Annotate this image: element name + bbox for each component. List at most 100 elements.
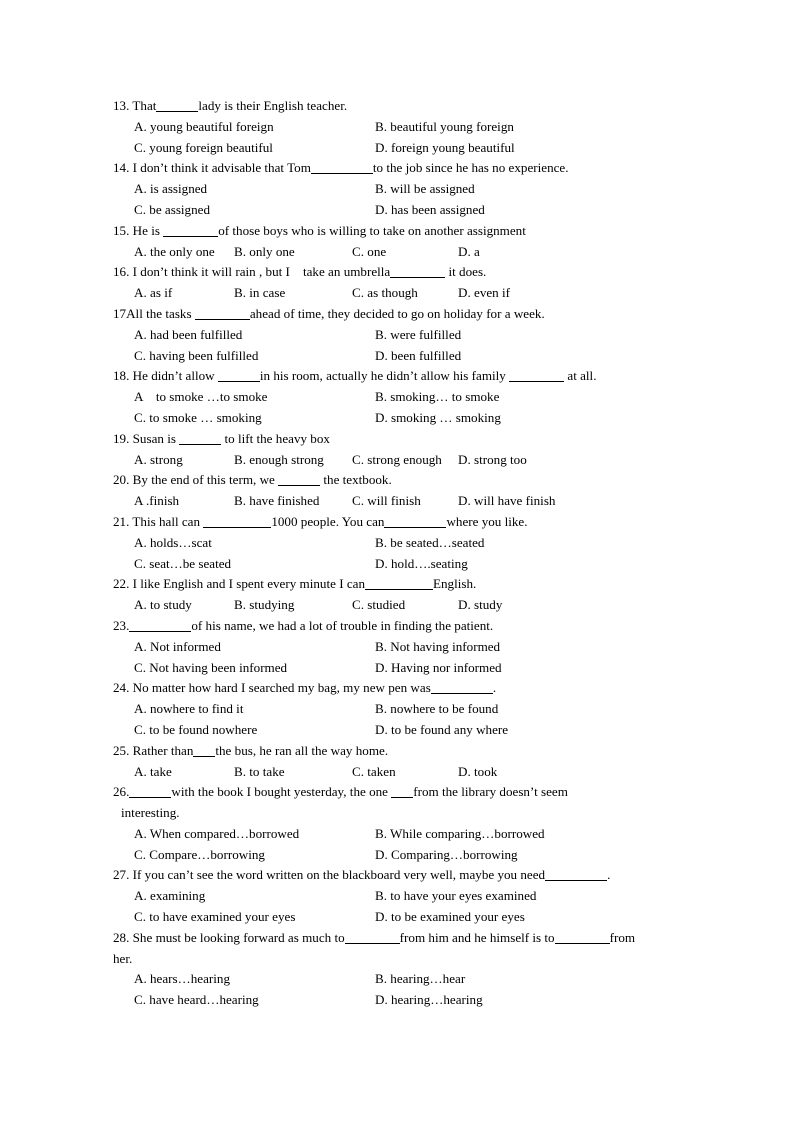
option-b[interactable]: B. be seated…seated — [375, 533, 484, 554]
answer-blank[interactable] — [310, 173, 373, 175]
answer-blank[interactable] — [391, 797, 414, 799]
option-label: D. — [375, 659, 388, 675]
option-row: A. Not informed B. Not having informed — [113, 637, 681, 658]
option-a[interactable]: A to smoke …to smoke — [134, 387, 267, 408]
option-label: B. — [375, 326, 388, 342]
option-a[interactable]: A. nowhere to find it — [134, 699, 243, 720]
answer-blank[interactable] — [203, 526, 272, 528]
option-c[interactable]: C. Not having been informed — [134, 658, 287, 679]
answer-blank[interactable] — [163, 235, 219, 237]
answer-blank[interactable] — [179, 443, 222, 445]
option-b[interactable]: B. smoking… to smoke — [375, 387, 499, 408]
option-b[interactable]: B. in case — [234, 283, 285, 304]
option-a[interactable]: A. the only one — [134, 242, 215, 263]
option-b[interactable]: B. While comparing…borrowed — [375, 824, 545, 845]
answer-blank[interactable] — [430, 693, 493, 695]
option-c[interactable]: C. having been fulfilled — [134, 346, 258, 367]
option-d[interactable]: D. took — [458, 762, 497, 783]
option-c[interactable]: C. to be found nowhere — [134, 720, 257, 741]
option-b[interactable]: B. will be assigned — [375, 179, 475, 200]
option-d[interactable]: D. will have finish — [458, 491, 555, 512]
option-d[interactable]: D. smoking … smoking — [375, 408, 501, 429]
answer-blank[interactable] — [193, 755, 216, 757]
answer-blank[interactable] — [278, 485, 321, 487]
answer-blank[interactable] — [129, 797, 172, 799]
option-d[interactable]: D. a — [458, 242, 480, 263]
option-d[interactable]: D. has been assigned — [375, 200, 485, 221]
option-b[interactable]: B. to take — [234, 762, 285, 783]
option-b[interactable]: B. studying — [234, 595, 294, 616]
option-d[interactable]: D. study — [458, 595, 502, 616]
option-a[interactable]: A .finish — [134, 491, 179, 512]
option-text: only one — [246, 243, 295, 259]
option-a[interactable]: A. young beautiful foreign — [134, 117, 274, 138]
option-b[interactable]: B. enough strong — [234, 450, 324, 471]
option-text: took — [470, 763, 498, 779]
option-d[interactable]: D. foreign young beautiful — [375, 138, 515, 159]
answer-blank[interactable] — [390, 277, 446, 279]
option-b[interactable]: B. nowhere to be found — [375, 699, 498, 720]
option-c[interactable]: C. as though — [352, 283, 418, 304]
option-d[interactable]: D. hearing…hearing — [375, 990, 483, 1011]
option-d[interactable]: D. been fulfilled — [375, 346, 461, 367]
option-a[interactable]: A. hears…hearing — [134, 969, 230, 990]
option-text: in case — [246, 285, 286, 301]
option-c[interactable]: C. to smoke … smoking — [134, 408, 262, 429]
answer-blank[interactable] — [365, 589, 433, 591]
option-c[interactable]: C. one — [352, 242, 386, 263]
question-stem: 22. I like English and I spent every min… — [113, 576, 477, 592]
option-b[interactable]: B. Not having informed — [375, 637, 500, 658]
option-text: seat…be seated — [146, 555, 232, 571]
option-label: D. — [458, 285, 471, 301]
option-d[interactable]: D. strong too — [458, 450, 527, 471]
option-c[interactable]: C. will finish — [352, 491, 421, 512]
option-c[interactable]: C. seat…be seated — [134, 554, 231, 575]
question-number: 26. — [113, 784, 130, 800]
option-text: studied — [364, 597, 406, 613]
answer-blank[interactable] — [344, 942, 400, 944]
answer-blank[interactable] — [194, 318, 250, 320]
option-a[interactable]: A. is assigned — [134, 179, 207, 200]
answer-blank[interactable] — [129, 630, 192, 632]
option-a[interactable]: A. take — [134, 762, 172, 783]
answer-blank[interactable] — [509, 381, 565, 383]
option-b[interactable]: B. have finished — [234, 491, 319, 512]
option-c[interactable]: C. have heard…hearing — [134, 990, 259, 1011]
option-b[interactable]: B. to have your eyes examined — [375, 886, 536, 907]
option-a[interactable]: A. to study — [134, 595, 192, 616]
option-d[interactable]: D. Having nor informed — [375, 658, 502, 679]
question-stem: 23. of his name, we had a lot of trouble … — [113, 617, 494, 633]
option-c[interactable]: C. young foreign beautiful — [134, 138, 273, 159]
option-b[interactable]: B. hearing…hear — [375, 969, 465, 990]
answer-blank[interactable] — [554, 942, 610, 944]
option-d[interactable]: D. even if — [458, 283, 510, 304]
option-d[interactable]: D. Comparing…borrowing — [375, 845, 518, 866]
option-a[interactable]: A. strong — [134, 450, 183, 471]
option-b[interactable]: B. only one — [234, 242, 295, 263]
option-a[interactable]: A. examining — [134, 886, 205, 907]
answer-blank[interactable] — [384, 526, 447, 528]
option-c[interactable]: C. taken — [352, 762, 396, 783]
option-text: have heard…hearing — [146, 992, 259, 1008]
option-c[interactable]: C. studied — [352, 595, 405, 616]
option-a[interactable]: A. had been fulfilled — [134, 325, 242, 346]
option-d[interactable]: D. to be found any where — [375, 720, 508, 741]
answer-blank[interactable] — [217, 381, 260, 383]
option-d[interactable]: D. to be examined your eyes — [375, 907, 525, 928]
question-stem: 26. with the book I bought yesterday, the… — [113, 782, 681, 824]
option-b[interactable]: B. were fulfilled — [375, 325, 461, 346]
option-a[interactable]: A. Not informed — [134, 637, 221, 658]
option-c[interactable]: C. be assigned — [134, 200, 210, 221]
option-text: holds…scat — [146, 534, 212, 550]
option-d[interactable]: D. hold….seating — [375, 554, 468, 575]
option-c[interactable]: C. strong enough — [352, 450, 442, 471]
option-a[interactable]: A. When compared…borrowed — [134, 824, 299, 845]
option-c[interactable]: C. to have examined your eyes — [134, 907, 295, 928]
option-label: D. — [375, 347, 388, 363]
option-c[interactable]: C. Compare…borrowing — [134, 845, 265, 866]
option-a[interactable]: A. as if — [134, 283, 172, 304]
answer-blank[interactable] — [545, 880, 608, 882]
option-b[interactable]: B. beautiful young foreign — [375, 117, 514, 138]
answer-blank[interactable] — [156, 111, 199, 112]
option-a[interactable]: A. holds…scat — [134, 533, 212, 554]
